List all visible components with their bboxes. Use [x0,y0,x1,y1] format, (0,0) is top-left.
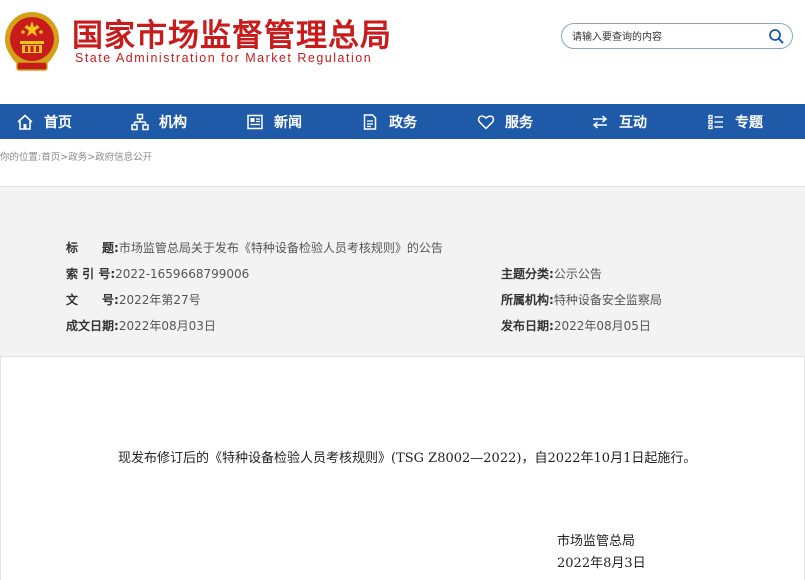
site-subtitle: State Administration for Market Regulati… [75,51,373,65]
home-icon [17,113,33,130]
meta-docno-value: 2022年第27号 [118,293,201,307]
org-chart-icon [131,113,149,130]
meta-created-label: 成文日期: [66,319,119,333]
site-title: 国家市场监督管理总局 [72,18,392,54]
meta-title-label: 标 题: [66,241,119,255]
nav-item-affairs[interactable]: 政务 [361,104,417,139]
announcement-body: 现发布修订后的《特种设备检验人员考核规则》(TSG Z8002—2022)，自2… [118,451,697,466]
news-icon [247,114,263,129]
meta-index-value: 2022-1659668799006 [115,267,250,281]
meta-docno-row: 文 号:2022年第27号 [66,291,201,308]
breadcrumb-separator: > [60,152,69,163]
meta-agency-value: 特种设备安全监察局 [553,293,662,307]
nav-label: 机构 [159,114,187,131]
search-input[interactable] [570,27,764,47]
nav-item-news[interactable]: 新闻 [246,104,302,139]
meta-published-label: 发布日期: [501,319,554,333]
search-icon[interactable] [768,28,784,44]
breadcrumb-link-home[interactable]: 首页 [41,152,60,163]
nav-label: 政务 [389,114,417,131]
search-box [561,23,793,49]
breadcrumb: 你的位置:首页>政务>政府信息公开 [0,149,152,163]
meta-published-value: 2022年08月05日 [553,319,651,333]
meta-index-row: 索 引 号:2022-1659668799006 [66,265,249,282]
document-meta-panel: 标 题:市场监管总局关于发布《特种设备检验人员考核规则》的公告 索 引 号:20… [0,186,805,357]
meta-index-label: 索 引 号: [66,267,116,281]
breadcrumb-separator: > [87,152,96,163]
meta-topic-value: 公示公告 [553,267,602,281]
breadcrumb-link-affairs[interactable]: 政务 [68,152,87,163]
national-emblem-icon[interactable] [3,8,61,72]
meta-topic-row: 主题分类:公示公告 [501,265,602,282]
heart-icon [477,114,495,130]
list-icon [708,114,723,129]
content-area [0,357,805,580]
document-icon [363,113,377,130]
meta-created-row: 成文日期:2022年08月03日 [66,317,216,334]
nav-item-org[interactable]: 机构 [131,104,187,139]
meta-docno-label: 文 号: [66,293,119,307]
announcement-date: 2022年8月3日 [557,556,646,571]
site-header: 国家市场监督管理总局 State Administration for Mark… [0,0,805,104]
nav-label: 互动 [619,114,647,131]
nav-label: 首页 [44,114,72,131]
main-nav: 首页 机构 新闻 政务 服务 互动 专题 [0,104,805,139]
nav-label: 专题 [735,114,763,131]
nav-item-interact[interactable]: 互动 [591,104,647,139]
nav-item-topics[interactable]: 专题 [707,104,763,139]
exchange-icon [592,114,608,129]
meta-title-row: 标 题:市场监管总局关于发布《特种设备检验人员考核规则》的公告 [66,239,443,256]
nav-item-service[interactable]: 服务 [477,104,533,139]
announcement-signature: 市场监管总局 [557,534,636,549]
meta-title-value: 市场监管总局关于发布《特种设备检验人员考核规则》的公告 [118,241,443,255]
meta-created-value: 2022年08月03日 [118,319,216,333]
meta-published-row: 发布日期:2022年08月05日 [501,317,651,334]
nav-label: 服务 [505,114,533,131]
meta-agency-label: 所属机构: [501,293,554,307]
nav-label: 新闻 [274,114,302,131]
nav-item-home[interactable]: 首页 [16,104,72,139]
meta-topic-label: 主题分类: [501,267,554,281]
meta-agency-row: 所属机构:特种设备安全监察局 [501,291,662,308]
breadcrumb-prefix: 你的位置: [0,152,42,163]
breadcrumb-link-disclosure[interactable]: 政府信息公开 [95,152,152,163]
